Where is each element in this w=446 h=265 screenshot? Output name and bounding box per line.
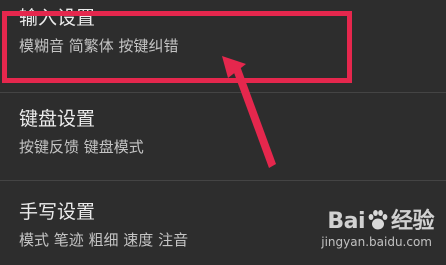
setting-item-keyboard[interactable]: 键盘设置 按键反馈 键盘模式 <box>0 108 446 188</box>
setting-item-subtitle: 模式 笔迹 粗细 速度 注音 <box>19 231 189 249</box>
setting-item-handwriting[interactable]: 手写设置 模式 笔迹 粗细 速度 注音 <box>0 201 446 265</box>
setting-item-subtitle: 按键反馈 键盘模式 <box>19 138 144 156</box>
setting-item-title: 输入设置 <box>19 7 96 29</box>
settings-screen: 输入设置 模糊音 简繁体 按键纠错 键盘设置 按键反馈 键盘模式 手写设置 模式… <box>0 0 446 265</box>
setting-item-input[interactable]: 输入设置 模糊音 简繁体 按键纠错 <box>0 7 446 87</box>
divider <box>0 92 446 93</box>
setting-item-subtitle: 模糊音 简繁体 按键纠错 <box>19 37 179 55</box>
divider <box>0 180 446 181</box>
setting-item-title: 手写设置 <box>19 201 96 223</box>
setting-item-title: 键盘设置 <box>19 108 96 130</box>
